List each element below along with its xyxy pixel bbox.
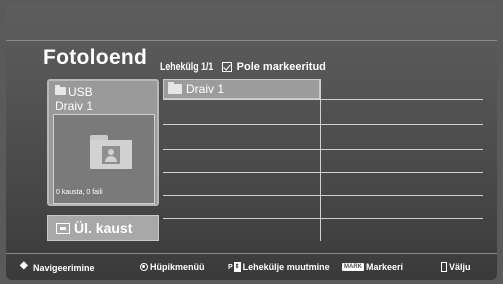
mark-status: Pole markeeritud	[236, 61, 326, 73]
page-key-icon: P ⇕	[228, 262, 241, 272]
grid-row-divider	[163, 124, 483, 125]
folder-icon	[168, 82, 182, 94]
grid-column-divider	[320, 79, 321, 241]
upper-folder-button[interactable]: Ül. kaust	[47, 215, 159, 241]
help-popup-label: Hüpikmenüü	[150, 262, 205, 272]
help-navigate: Navigeerimine	[20, 260, 95, 273]
drive-name: Draiv 1	[55, 99, 94, 113]
list-item-label: Draiv 1	[186, 82, 225, 96]
help-mark-label: Markeeri	[366, 262, 404, 272]
device-label-text: USB	[68, 85, 93, 99]
usb-folder-icon	[55, 85, 66, 95]
file-grid: Draiv 1	[163, 79, 483, 241]
folder-preview: 0 kausta, 0 faili	[53, 114, 155, 204]
help-popup-menu: Hüpikmenüü	[140, 262, 205, 272]
mark-key-icon: MARK	[342, 263, 364, 271]
grid-row-divider	[163, 195, 483, 196]
help-exit-label: Välju	[449, 262, 471, 272]
help-bar: Navigeerimine Hüpikmenüü P⇕ Lehekülje mu…	[6, 260, 497, 276]
checkbox-icon	[221, 62, 232, 72]
grid-row-divider	[163, 218, 483, 219]
help-exit: Välju	[441, 262, 471, 272]
list-item[interactable]: Draiv 1	[163, 79, 320, 99]
page-title: Fotoloend	[43, 46, 148, 69]
exit-key-icon	[441, 262, 447, 272]
photo-folder-icon	[90, 135, 132, 169]
upper-folder-label: Ül. kaust	[74, 220, 133, 236]
page-info-bar: Lehekülg 1/1 Pole markeeritud	[160, 61, 326, 73]
ok-button-icon	[140, 263, 148, 271]
file-count: 0 kausta, 0 faili	[56, 189, 103, 196]
navigation-arrows-icon	[20, 260, 31, 273]
grid-row-divider	[163, 99, 483, 100]
up-folder-icon	[56, 222, 70, 234]
photo-list-screen: Fotoloend Lehekülg 1/1 Pole markeeritud …	[6, 4, 497, 280]
drive-info-panel: USB Draiv 1 0 kausta, 0 faili	[47, 79, 159, 206]
header-divider	[6, 40, 497, 41]
page-indicator: Lehekülg 1/1	[160, 61, 214, 73]
help-page-label: Lehekülje muutmine	[242, 262, 330, 272]
help-page-change: P ⇕ Lehekülje muutmine	[228, 262, 330, 272]
grid-row-divider	[163, 172, 483, 173]
grid-row-divider	[163, 149, 483, 150]
help-navigate-label: Navigeerimine	[33, 262, 95, 273]
device-label: USB	[55, 85, 93, 99]
footer-divider	[6, 253, 497, 254]
help-mark: MARK Markeeri	[342, 262, 403, 272]
